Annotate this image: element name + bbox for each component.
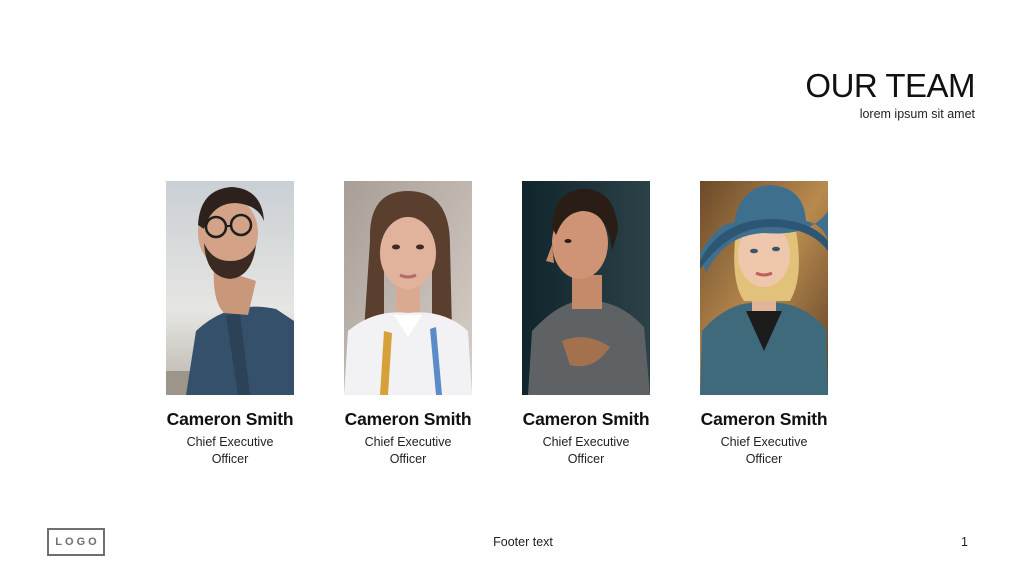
member-photo [522, 181, 650, 395]
member-photo [700, 181, 828, 395]
page-title: OUR TEAM [805, 67, 975, 104]
member-name: Cameron Smith [522, 409, 650, 429]
team-member-card: Cameron Smith Chief Executive Officer [140, 181, 320, 468]
member-role: Chief Executive Officer [720, 435, 808, 466]
member-role: Chief Executive Officer [186, 435, 274, 466]
footer-text: Footer text [493, 535, 553, 549]
slide-header: OUR TEAM lorem ipsum sit amet [805, 66, 975, 122]
member-photo [344, 181, 472, 395]
member-role: Chief Executive Officer [364, 435, 452, 466]
slide: OUR TEAM lorem ipsum sit amet Cameron Sm… [0, 0, 1022, 575]
member-photo [166, 181, 294, 395]
member-role: Chief Executive Officer [542, 435, 630, 466]
page-number: 1 [961, 535, 968, 549]
member-name: Cameron Smith [344, 409, 472, 429]
team-member-card: Cameron Smith Chief Executive Officer [496, 181, 676, 468]
team-member-card: Cameron Smith Chief Executive Officer [674, 181, 854, 468]
page-subtitle: lorem ipsum sit amet [859, 107, 975, 121]
member-name: Cameron Smith [700, 409, 828, 429]
team-grid: Cameron Smith Chief Executive Officer Ca… [0, 181, 1022, 481]
member-name: Cameron Smith [166, 409, 294, 429]
team-member-card: Cameron Smith Chief Executive Officer [318, 181, 498, 468]
